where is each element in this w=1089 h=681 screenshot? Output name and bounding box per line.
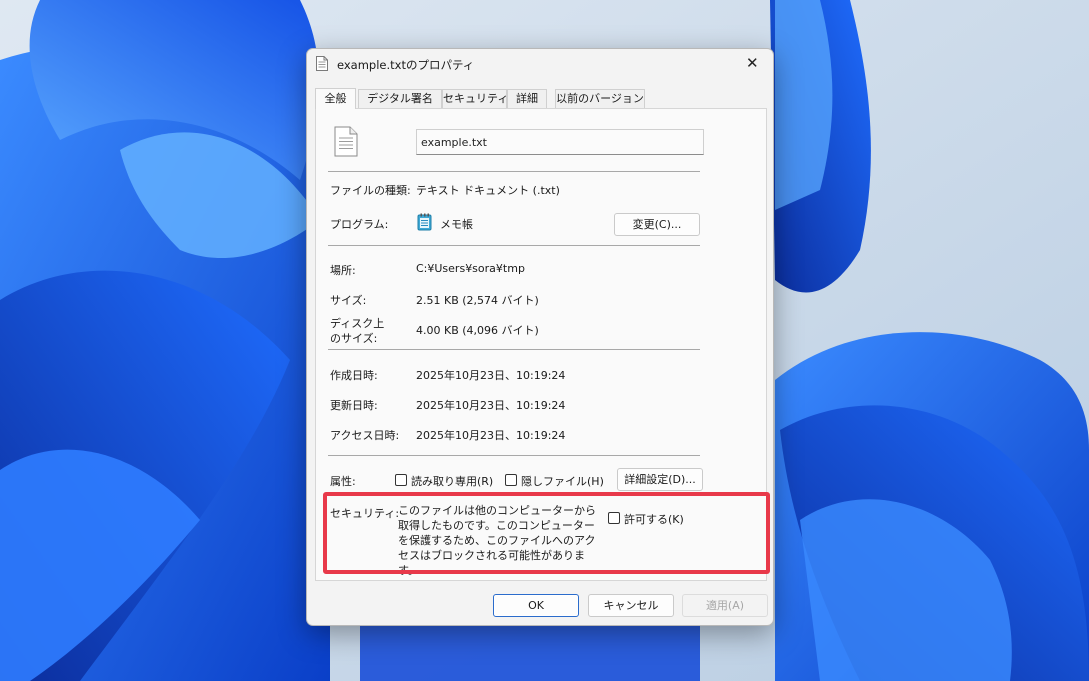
modified-value: 2025年10月23日、10:19:24	[416, 399, 566, 412]
size-label: サイズ:	[330, 294, 367, 307]
unblock-checkbox[interactable]	[608, 512, 620, 524]
program-label: プログラム:	[330, 218, 389, 231]
file-type-value: テキスト ドキュメント (.txt)	[416, 184, 560, 197]
security-warning-text: このファイルは他のコンピューターから取得したものです。このコンピューターを保護す…	[398, 504, 596, 577]
dialog-title: example.txtのプロパティ	[337, 58, 475, 72]
security-label: セキュリティ:	[330, 507, 400, 520]
separator	[328, 171, 700, 172]
file-type-label: ファイルの種類:	[330, 184, 411, 197]
tab-details[interactable]: 詳細	[507, 89, 547, 109]
file-name-input[interactable]	[416, 129, 704, 155]
disk-size-label-line1: ディスク上	[330, 317, 385, 330]
readonly-checkbox[interactable]	[395, 474, 407, 486]
properties-dialog: example.txtのプロパティ ✕ 全般 デジタル署名 セキュリティ 詳細 …	[306, 48, 774, 626]
text-file-icon	[316, 56, 328, 71]
readonly-label[interactable]: 読み取り専用(R)	[411, 473, 493, 489]
document-icon	[334, 126, 358, 157]
separator	[328, 455, 700, 456]
change-program-button[interactable]: 変更(C)...	[614, 213, 700, 236]
unblock-label[interactable]: 許可する(K)	[624, 511, 684, 527]
tab-digital-signature[interactable]: デジタル署名	[358, 89, 442, 109]
modified-label: 更新日時:	[330, 399, 378, 412]
program-value: メモ帳	[440, 218, 473, 231]
location-label: 場所:	[330, 264, 356, 277]
location-value: C:¥Users¥sora¥tmp	[416, 262, 525, 275]
hidden-label[interactable]: 隠しファイル(H)	[521, 473, 604, 489]
separator	[328, 245, 700, 246]
disk-size-label-line2: のサイズ:	[330, 332, 378, 345]
attributes-label: 属性:	[330, 475, 356, 488]
general-panel: ファイルの種類: テキスト ドキュメント (.txt) プログラム: メモ帳 変…	[315, 108, 767, 581]
separator	[328, 349, 700, 350]
size-value: 2.51 KB (2,574 バイト)	[416, 294, 539, 307]
hidden-checkbox[interactable]	[505, 474, 517, 486]
disk-size-value: 4.00 KB (4,096 バイト)	[416, 324, 539, 337]
tab-security[interactable]: セキュリティ	[442, 89, 508, 109]
tab-general[interactable]: 全般	[315, 88, 356, 109]
accessed-label: アクセス日時:	[330, 429, 400, 442]
accessed-value: 2025年10月23日、10:19:24	[416, 429, 566, 442]
apply-button[interactable]: 適用(A)	[682, 594, 768, 617]
ok-button[interactable]: OK	[493, 594, 579, 617]
created-label: 作成日時:	[330, 369, 378, 382]
advanced-attributes-button[interactable]: 詳細設定(D)...	[617, 468, 703, 491]
close-icon: ✕	[746, 54, 759, 72]
notepad-icon	[417, 213, 432, 231]
tab-previous-versions[interactable]: 以前のバージョン	[555, 89, 645, 109]
cancel-button[interactable]: キャンセル	[588, 594, 674, 617]
created-value: 2025年10月23日、10:19:24	[416, 369, 566, 382]
title-bar[interactable]: example.txtのプロパティ ✕	[307, 49, 773, 79]
close-button[interactable]: ✕	[733, 49, 773, 79]
